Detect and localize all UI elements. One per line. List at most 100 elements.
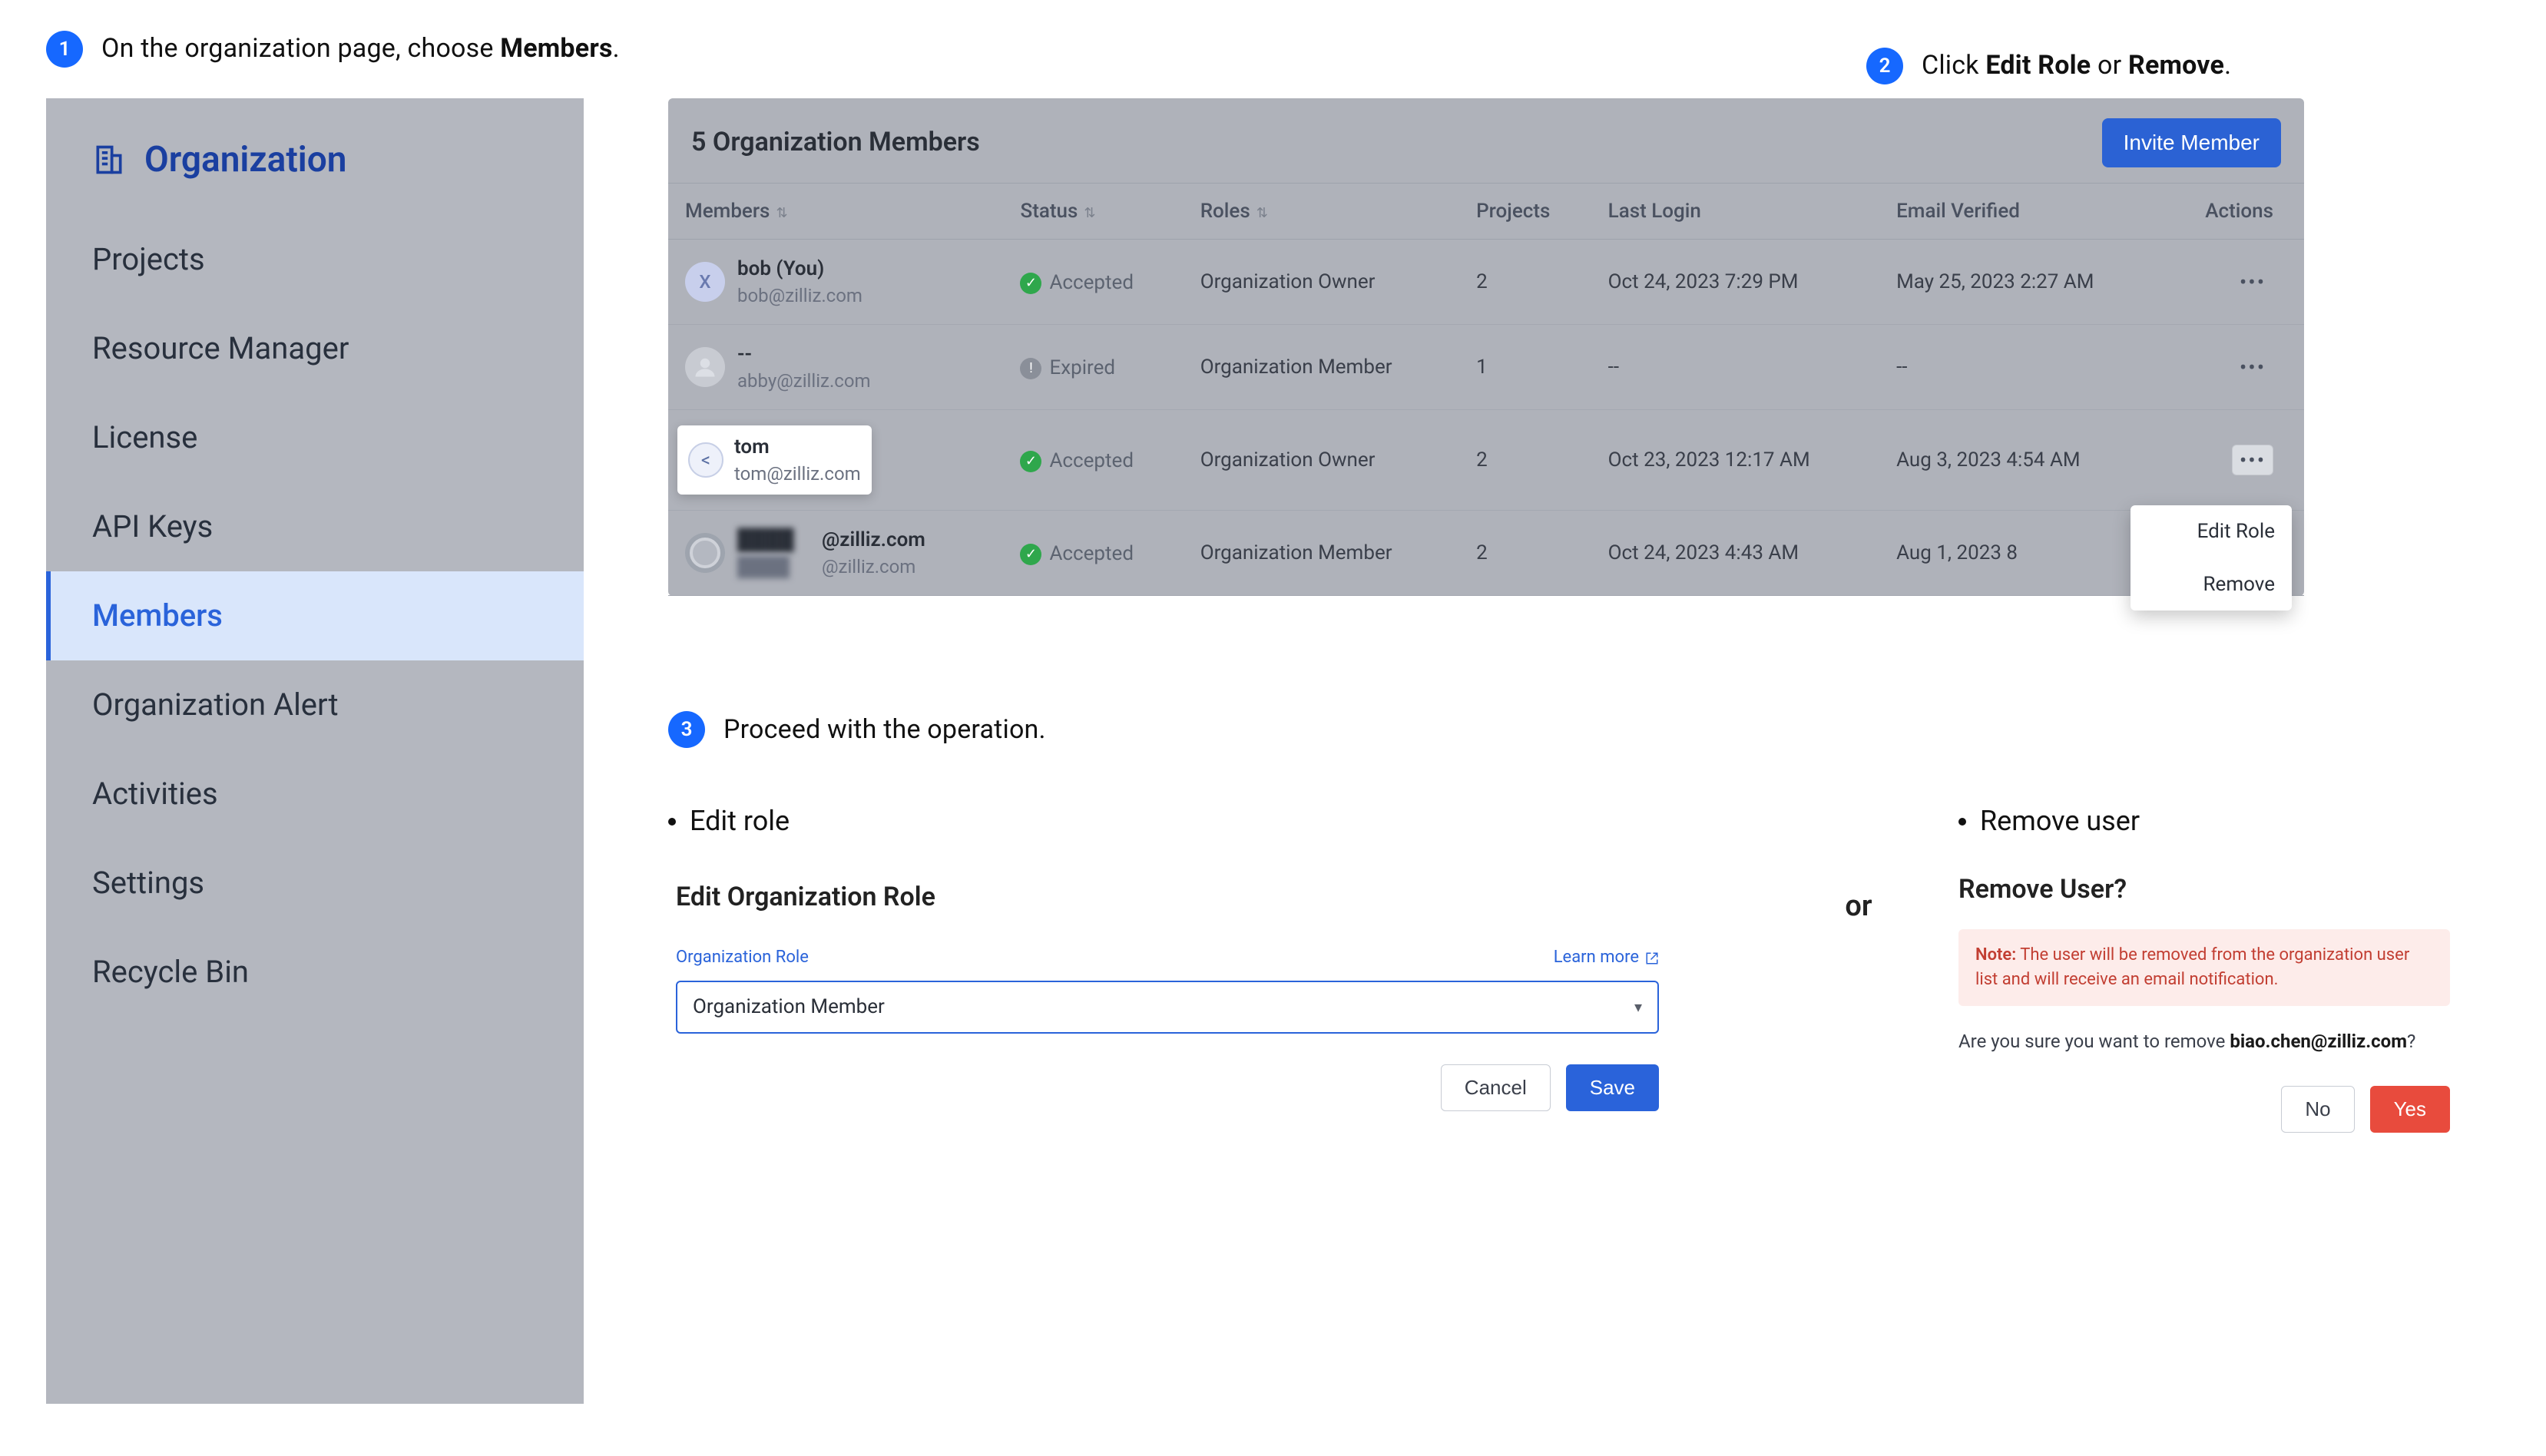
caret-down-icon: ▾ bbox=[1634, 996, 1642, 1018]
sidebar-item-label: Members bbox=[92, 597, 223, 634]
bullet-label: Edit role bbox=[690, 802, 790, 840]
person-icon bbox=[694, 356, 717, 379]
building-icon bbox=[92, 143, 126, 177]
member-email-suffix: @zilliz.com bbox=[822, 556, 915, 577]
col-label: Status bbox=[1020, 200, 1078, 223]
members-table: Members⇅ Status⇅ Roles⇅ Projects Last Lo… bbox=[668, 183, 2304, 596]
step2-mid: or bbox=[2091, 50, 2128, 81]
note-label: Note: bbox=[1975, 945, 2016, 965]
col-label: Members bbox=[685, 200, 770, 223]
role-cell: Organization Member bbox=[1184, 325, 1459, 410]
status-text: Accepted bbox=[1049, 269, 1134, 296]
member-email: bob@zilliz.com bbox=[737, 283, 862, 309]
verified-cell: Aug 1, 2023 8 bbox=[1879, 511, 2163, 596]
learn-more-label: Learn more bbox=[1554, 946, 1639, 970]
status-text: Accepted bbox=[1049, 540, 1134, 568]
member-cell: ████@zilliz.com ████@zilliz.com bbox=[685, 526, 986, 580]
sort-icon: ⇅ bbox=[1256, 205, 1268, 221]
yes-button[interactable]: Yes bbox=[2370, 1086, 2450, 1133]
last-login-cell: Oct 23, 2023 12:17 AM bbox=[1591, 410, 1879, 511]
sidebar-item-resource-manager[interactable]: Resource Manager bbox=[46, 304, 584, 393]
step1-prefix: On the organization page, choose bbox=[101, 33, 500, 64]
status-chip: ✓Accepted bbox=[1020, 447, 1134, 475]
projects-cell: 2 bbox=[1459, 240, 1591, 325]
sidebar-item-organization-alert[interactable]: Organization Alert bbox=[46, 660, 584, 750]
status-chip: ✓Accepted bbox=[1020, 269, 1134, 296]
sidebar-item-recycle-bin[interactable]: Recycle Bin bbox=[46, 928, 584, 1017]
step2-suffix: . bbox=[2224, 50, 2231, 81]
avatar bbox=[685, 347, 725, 387]
bullet-icon bbox=[668, 818, 676, 826]
org-role-select[interactable]: Organization Member ▾ bbox=[676, 981, 1659, 1033]
member-email: abby@zilliz.com bbox=[737, 369, 871, 395]
cancel-button[interactable]: Cancel bbox=[1441, 1064, 1551, 1111]
member-cell: X bob (You) bob@zilliz.com bbox=[685, 255, 986, 309]
confirm-suffix: ? bbox=[2407, 1031, 2415, 1052]
col-email-verified: Email Verified bbox=[1879, 184, 2163, 240]
note-text: The user will be removed from the organi… bbox=[1975, 945, 2409, 989]
no-button[interactable]: No bbox=[2281, 1086, 2354, 1133]
status-chip: ✓Accepted bbox=[1020, 540, 1134, 568]
role-cell: Organization Member bbox=[1184, 511, 1459, 596]
sidebar-item-members[interactable]: Members bbox=[46, 571, 584, 660]
step-1-text: On the organization page, choose Members… bbox=[101, 31, 620, 68]
sidebar-item-api-keys[interactable]: API Keys bbox=[46, 482, 584, 571]
verified-cell: -- bbox=[1879, 325, 2163, 410]
col-status[interactable]: Status ⇅ bbox=[1003, 184, 1183, 240]
invite-member-button[interactable]: Invite Member bbox=[2102, 118, 2281, 167]
step1-bold: Members bbox=[500, 33, 612, 64]
verified-cell: Aug 3, 2023 4:54 AM bbox=[1879, 410, 2163, 511]
step-1-badge: 1 bbox=[46, 31, 83, 68]
menu-remove[interactable]: Remove bbox=[2130, 558, 2292, 611]
col-label: Last Login bbox=[1608, 200, 1701, 223]
sidebar-item-label: Settings bbox=[92, 865, 204, 901]
last-login-cell: -- bbox=[1591, 325, 1879, 410]
menu-item-label: Edit Role bbox=[2197, 520, 2275, 543]
sort-icon: ⇅ bbox=[1084, 205, 1095, 221]
sidebar-item-label: License bbox=[92, 419, 197, 455]
button-label: No bbox=[2305, 1097, 2330, 1120]
sidebar-item-settings[interactable]: Settings bbox=[46, 839, 584, 928]
sidebar-item-projects[interactable]: Projects bbox=[46, 215, 584, 304]
external-link-icon bbox=[1645, 951, 1659, 965]
sidebar-item-label: Resource Manager bbox=[92, 330, 349, 366]
col-label: Actions bbox=[2205, 200, 2273, 223]
save-button[interactable]: Save bbox=[1566, 1064, 1659, 1111]
step-3-badge: 3 bbox=[668, 711, 705, 748]
sidebar-item-label: Organization Alert bbox=[92, 687, 339, 723]
col-projects: Projects bbox=[1459, 184, 1591, 240]
confirm-prefix: Are you sure you want to remove bbox=[1958, 1031, 2230, 1052]
learn-more-link[interactable]: Learn more bbox=[1554, 946, 1659, 970]
projects-cell: 2 bbox=[1459, 410, 1591, 511]
table-row: -- abby@zilliz.com !Expired Organization… bbox=[668, 325, 2304, 410]
note-box: Note: The user will be removed from the … bbox=[1958, 929, 2450, 1006]
step-3-row: 3 Proceed with the operation. bbox=[668, 711, 2500, 748]
projects-cell: 2 bbox=[1459, 511, 1591, 596]
member-name: tom bbox=[734, 433, 861, 461]
menu-edit-role[interactable]: Edit Role bbox=[2130, 505, 2292, 558]
chevron-left-icon: < bbox=[688, 442, 723, 478]
button-label: Yes bbox=[2394, 1097, 2426, 1120]
row-actions-button[interactable]: ••• bbox=[2232, 266, 2273, 297]
role-cell: Organization Owner bbox=[1184, 240, 1459, 325]
avatar: X bbox=[685, 262, 725, 302]
member-name: -- bbox=[737, 340, 871, 368]
row-actions-button[interactable]: ••• bbox=[2232, 445, 2273, 475]
last-login-cell: Oct 24, 2023 7:29 PM bbox=[1591, 240, 1879, 325]
step2-b1: Edit Role bbox=[1985, 50, 2091, 81]
col-roles[interactable]: Roles⇅ bbox=[1184, 184, 1459, 240]
member-name: bob (You) bbox=[737, 255, 862, 283]
org-title: Organization bbox=[144, 135, 346, 184]
button-label: Save bbox=[1590, 1076, 1635, 1099]
confirm-email: biao.chen@zilliz.com bbox=[2230, 1031, 2407, 1052]
edit-dialog-title: Edit Organization Role bbox=[676, 879, 1659, 916]
col-members[interactable]: Members⇅ bbox=[668, 184, 1003, 240]
row-actions-button[interactable]: ••• bbox=[2232, 352, 2273, 382]
projects-cell: 1 bbox=[1459, 325, 1591, 410]
sidebar-item-activities[interactable]: Activities bbox=[46, 750, 584, 839]
menu-item-label: Remove bbox=[2203, 573, 2275, 596]
role-cell: Organization Owner bbox=[1184, 410, 1459, 511]
sidebar-item-license[interactable]: License bbox=[46, 393, 584, 482]
alert-icon: ! bbox=[1020, 358, 1041, 379]
step-2-text: Click Edit Role or Remove. bbox=[1922, 48, 2231, 84]
